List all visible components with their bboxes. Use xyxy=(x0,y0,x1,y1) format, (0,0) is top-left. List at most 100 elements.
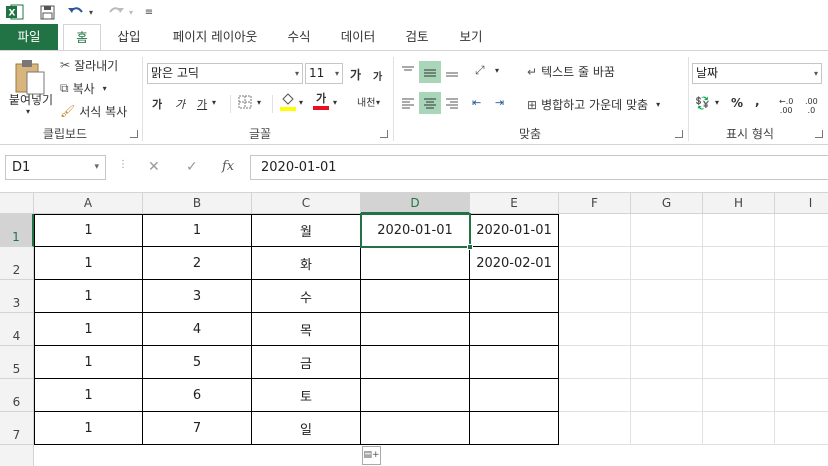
table-cell[interactable] xyxy=(559,214,631,247)
table-cell[interactable]: 일 xyxy=(252,412,361,445)
table-cell[interactable]: 6 xyxy=(143,379,252,412)
table-cell[interactable] xyxy=(703,280,775,313)
number-format-select[interactable]: 날짜 ▾ xyxy=(692,63,822,84)
table-cell[interactable]: 월 xyxy=(252,214,361,247)
row-header[interactable]: 4 xyxy=(0,313,34,346)
table-cell[interactable] xyxy=(775,346,828,379)
undo-icon[interactable] xyxy=(66,3,86,21)
align-bottom-icon[interactable] xyxy=(443,61,461,81)
bold-button[interactable]: 가 xyxy=(152,96,162,112)
table-cell[interactable] xyxy=(470,346,559,379)
font-color-button[interactable]: 가 xyxy=(313,92,329,110)
column-header-d[interactable]: D xyxy=(361,193,470,214)
table-cell[interactable] xyxy=(361,313,470,346)
align-center-icon[interactable] xyxy=(419,92,441,114)
table-cell[interactable] xyxy=(559,280,631,313)
paste-dropdown-icon[interactable]: ▾ xyxy=(26,107,30,116)
table-cell[interactable] xyxy=(703,214,775,247)
table-cell[interactable]: 1 xyxy=(34,412,143,445)
table-cell[interactable] xyxy=(703,247,775,280)
orientation-dropdown-icon[interactable]: ▾ xyxy=(495,66,499,75)
table-cell[interactable]: 2020-02-01 xyxy=(470,247,559,280)
tab-home[interactable]: 홈 xyxy=(63,24,101,51)
table-cell[interactable] xyxy=(631,280,703,313)
grow-font-button[interactable]: 가 xyxy=(350,66,361,83)
fill-color-icon[interactable] xyxy=(280,93,296,111)
row-header[interactable]: 1 xyxy=(0,214,34,247)
table-cell[interactable]: 1 xyxy=(34,313,143,346)
table-cell[interactable]: 화 xyxy=(252,247,361,280)
table-cell[interactable] xyxy=(361,280,470,313)
table-cell[interactable]: 수 xyxy=(252,280,361,313)
table-cell[interactable] xyxy=(559,379,631,412)
row-header[interactable]: 6 xyxy=(0,379,34,412)
underline-dropdown-icon[interactable]: ▾ xyxy=(212,98,216,107)
shrink-font-button[interactable]: 가 xyxy=(373,68,382,83)
format-painter-button[interactable]: 🖌 서식 복사 xyxy=(60,103,127,119)
tab-file[interactable]: 파일 xyxy=(0,24,58,50)
row-header[interactable]: 2 xyxy=(0,247,34,280)
copy-button[interactable]: ⧉ 복사 ▾ xyxy=(60,80,107,96)
undo-dropdown-icon[interactable]: ▾ xyxy=(87,3,95,21)
increase-indent-icon[interactable]: ⇥ xyxy=(495,96,504,109)
select-all-corner[interactable] xyxy=(0,193,34,214)
customize-qat-icon[interactable]: ≡ xyxy=(144,3,154,21)
table-cell[interactable] xyxy=(559,313,631,346)
row-header[interactable]: 5 xyxy=(0,346,34,379)
decrease-indent-icon[interactable]: ⇤ xyxy=(472,96,481,109)
cancel-icon[interactable]: ✕ xyxy=(148,159,160,175)
column-header-f[interactable]: F xyxy=(559,193,631,214)
table-cell[interactable] xyxy=(361,412,470,445)
row-header[interactable]: 7 xyxy=(0,412,34,445)
drag-handle-icon[interactable]: ⋮ xyxy=(118,159,128,170)
table-cell[interactable] xyxy=(631,247,703,280)
enter-icon[interactable]: ✓ xyxy=(186,159,198,175)
cut-button[interactable]: ✂ 잘라내기 xyxy=(60,57,118,73)
align-right-icon[interactable] xyxy=(443,92,461,114)
table-cell[interactable] xyxy=(775,247,828,280)
table-cell[interactable] xyxy=(559,412,631,445)
insert-function-icon[interactable]: fx xyxy=(222,159,234,174)
table-cell[interactable] xyxy=(631,379,703,412)
table-cell[interactable]: 토 xyxy=(252,379,361,412)
accounting-format-icon[interactable]: 💱 xyxy=(695,96,710,110)
table-cell[interactable] xyxy=(470,412,559,445)
tab-data[interactable]: 데이터 xyxy=(333,24,383,50)
table-cell[interactable] xyxy=(631,313,703,346)
table-cell[interactable]: 2 xyxy=(143,247,252,280)
table-cell[interactable]: 1 xyxy=(143,214,252,247)
paste-button[interactable]: 붙여넣기 xyxy=(6,91,56,107)
table-cell[interactable] xyxy=(361,379,470,412)
borders-icon[interactable] xyxy=(238,95,252,109)
table-cell[interactable]: 5 xyxy=(143,346,252,379)
table-cell[interactable]: 1 xyxy=(34,214,143,247)
table-cell[interactable] xyxy=(703,379,775,412)
row-header[interactable] xyxy=(0,445,34,466)
table-cell[interactable] xyxy=(631,214,703,247)
auto-fill-options-icon[interactable]: ▤+ xyxy=(362,446,381,465)
table-cell[interactable]: 목 xyxy=(252,313,361,346)
increase-decimal-button[interactable]: ←.0.00 xyxy=(779,97,793,115)
merge-dropdown-icon[interactable]: ▾ xyxy=(656,100,660,109)
table-cell[interactable]: 1 xyxy=(34,247,143,280)
table-cell[interactable]: 2020-01-01 xyxy=(470,214,559,247)
tab-view[interactable]: 보기 xyxy=(450,24,492,50)
italic-button[interactable]: 가 xyxy=(175,96,185,112)
table-cell[interactable] xyxy=(703,313,775,346)
table-cell[interactable]: 금 xyxy=(252,346,361,379)
font-launcher-icon[interactable] xyxy=(380,130,388,138)
redo-icon[interactable] xyxy=(106,3,126,21)
fill-color-dropdown-icon[interactable]: ▾ xyxy=(299,98,303,107)
alignment-launcher-icon[interactable] xyxy=(675,130,683,138)
column-header-i[interactable]: I xyxy=(775,193,828,214)
table-cell[interactable]: 1 xyxy=(34,346,143,379)
phonetic-button[interactable]: 내천 xyxy=(357,94,375,109)
column-header-h[interactable]: H xyxy=(703,193,775,214)
table-cell[interactable]: 3 xyxy=(143,280,252,313)
wrap-text-button[interactable]: ↵ 텍스트 줄 바꿈 xyxy=(527,63,615,80)
row-header[interactable]: 3 xyxy=(0,280,34,313)
column-header-g[interactable]: G xyxy=(631,193,703,214)
font-color-dropdown-icon[interactable]: ▾ xyxy=(333,98,337,107)
font-name-select[interactable]: 맑은 고딕 ▾ xyxy=(147,63,303,84)
table-cell[interactable] xyxy=(470,313,559,346)
